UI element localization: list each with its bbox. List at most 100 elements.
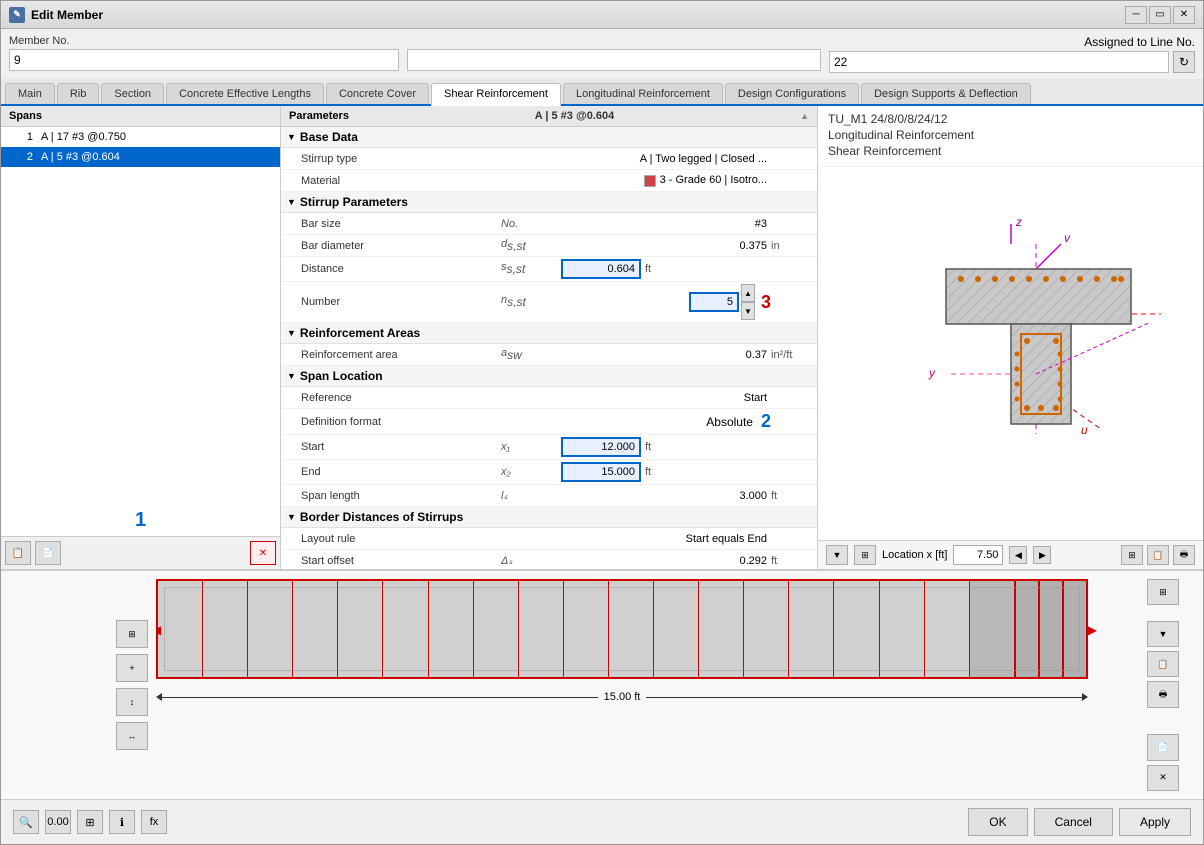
row-distance: Distance ss,st ft [281, 257, 817, 282]
param-unit-end: ft [645, 466, 685, 478]
tab-design-config[interactable]: Design Configurations [725, 83, 859, 104]
tab-concrete-eff[interactable]: Concrete Effective Lengths [166, 83, 324, 104]
row-bar-diameter: Bar diameter ds,st 0.375 in [281, 235, 817, 257]
beam-grid-button[interactable]: ⊞ [116, 620, 148, 648]
param-sym-bar-size: No. [501, 218, 561, 230]
copy-button[interactable]: 📄 [35, 541, 61, 565]
nav-prev-button[interactable]: ◀ [1009, 546, 1027, 564]
member-info-long: Longitudinal Reinforcement [828, 128, 1193, 142]
tab-section[interactable]: Section [101, 83, 164, 104]
toggle-stirrup-params: ▼ [287, 197, 296, 207]
minimize-button[interactable]: ─ [1125, 6, 1147, 24]
tab-shear[interactable]: Shear Reinforcement [431, 83, 561, 106]
info-button[interactable]: ℹ [109, 810, 135, 834]
location-input[interactable] [953, 545, 1003, 565]
extra-input[interactable] [407, 49, 821, 71]
nav-next-button[interactable]: ▶ [1033, 546, 1051, 564]
delete-button[interactable]: ✕ [250, 541, 276, 565]
beam-filter-button[interactable]: ▼ [1147, 621, 1179, 647]
beam-move-button[interactable]: ↔ [116, 722, 148, 750]
param-name-end: End [301, 466, 501, 478]
tab-concrete-cover[interactable]: Concrete Cover [326, 83, 429, 104]
span-num-2: 2 [13, 151, 33, 163]
callout-2: 2 [761, 411, 771, 432]
app-icon: ✎ [9, 7, 25, 23]
section-stirrup-params[interactable]: ▼ Stirrup Parameters [281, 192, 817, 213]
formula-button[interactable]: fx [141, 810, 167, 834]
section-span-location[interactable]: ▼ Span Location [281, 366, 817, 387]
tab-design-supports[interactable]: Design Supports & Deflection [861, 83, 1031, 104]
table-button[interactable]: ⊞ [77, 810, 103, 834]
distance-input[interactable] [561, 259, 641, 279]
dim-label: 15.00 ft [598, 691, 647, 703]
member-input[interactable] [9, 49, 399, 71]
stepper-up-button[interactable]: ▲ [741, 284, 755, 302]
param-val-def-format: Absolute [706, 415, 753, 429]
beam-section-button[interactable]: ⊞ [1147, 579, 1179, 605]
row-layout-rule: Layout rule Start equals End [281, 528, 817, 550]
refresh-button[interactable]: ↻ [1173, 51, 1195, 73]
empty-label [407, 35, 821, 47]
beam-view-button[interactable]: + [116, 654, 148, 682]
param-sym-start: x₁ [501, 441, 561, 453]
span-item-1[interactable]: 1 A | 17 #3 @0.750 [1, 127, 280, 147]
row-span-length: Span length lₛ 3.000 ft [281, 485, 817, 507]
scroll-indicator: ▲ [800, 111, 809, 121]
dim-line [162, 697, 598, 698]
value-button[interactable]: 0.00 [45, 810, 71, 834]
end-input[interactable] [561, 462, 641, 482]
tab-main[interactable]: Main [5, 83, 55, 104]
beam-note-button[interactable]: 📄 [1147, 734, 1179, 760]
copy-img-button[interactable]: 📋 [1147, 545, 1169, 565]
ok-button[interactable]: OK [968, 808, 1027, 836]
close-button[interactable]: ✕ [1173, 6, 1195, 24]
filter-button[interactable]: ▼ [826, 545, 848, 565]
export-button[interactable]: ⊞ [1121, 545, 1143, 565]
params-title: Parameters [289, 110, 349, 122]
param-name-start: Start [301, 441, 501, 453]
section-diagram: z v y u [851, 214, 1171, 494]
new-item-button[interactable]: 📋 [5, 541, 31, 565]
section-base-data-label: Base Data [300, 130, 358, 144]
apply-button[interactable]: Apply [1119, 808, 1191, 836]
tab-longitudinal[interactable]: Longitudinal Reinforcement [563, 83, 723, 104]
restore-button[interactable]: ▭ [1149, 6, 1171, 24]
section-base-data[interactable]: ▼ Base Data [281, 127, 817, 148]
right-diagram-icons: ⊞ 📋 🖶 [1121, 545, 1195, 565]
view-button[interactable]: ⊞ [854, 545, 876, 565]
member-info-shear: Shear Reinforcement [828, 144, 1193, 158]
number-stepper: ▲ ▼ [689, 284, 755, 320]
row-start: Start x₁ ft [281, 435, 817, 460]
search-button[interactable]: 🔍 [13, 810, 39, 834]
start-input[interactable] [561, 437, 641, 457]
params-table: ▼ Base Data Stirrup type A | Two legged … [281, 127, 817, 569]
param-sym-reinf-area: asw [501, 347, 561, 362]
section-border-dist[interactable]: ▼ Border Distances of Stirrups [281, 507, 817, 528]
beam-rect [156, 579, 1088, 679]
number-input[interactable] [689, 292, 739, 312]
param-name-def-format: Definition format [301, 416, 501, 428]
beam-zoom-button[interactable]: ↕ [116, 688, 148, 716]
param-unit-start: ft [645, 441, 685, 453]
line-input[interactable] [829, 51, 1169, 73]
footer-actions: OK Cancel Apply [968, 808, 1191, 836]
section-reinf-areas[interactable]: ▼ Reinforcement Areas [281, 323, 817, 344]
section-stirrup-params-label: Stirrup Parameters [300, 195, 408, 209]
beam-cross-button[interactable]: ✕ [1147, 765, 1179, 791]
param-val-stirrup-type: A | Two legged | Closed ... [561, 153, 771, 165]
beam-print-button[interactable]: 🖶 [1147, 681, 1179, 707]
param-val-material: 3 - Grade 60 | Isotro... [561, 174, 771, 186]
cancel-button[interactable]: Cancel [1034, 808, 1113, 836]
material-swatch [644, 175, 656, 187]
param-name-number: Number [301, 296, 501, 308]
print-button[interactable]: 🖶 [1173, 545, 1195, 565]
member-info: TU_M1 24/8/0/8/24/12 Longitudinal Reinfo… [818, 106, 1203, 167]
param-unit-start-offset: ft [771, 555, 811, 567]
beam-copy-button[interactable]: 📋 [1147, 651, 1179, 677]
span-item-2[interactable]: 2 A | 5 #3 @0.604 [1, 147, 280, 167]
spans-header: Spans [1, 106, 280, 127]
tab-rib[interactable]: Rib [57, 83, 100, 104]
param-unit-span-length: ft [771, 490, 811, 502]
stepper-down-button[interactable]: ▼ [741, 302, 755, 320]
param-unit-bar-diameter: in [771, 240, 811, 252]
